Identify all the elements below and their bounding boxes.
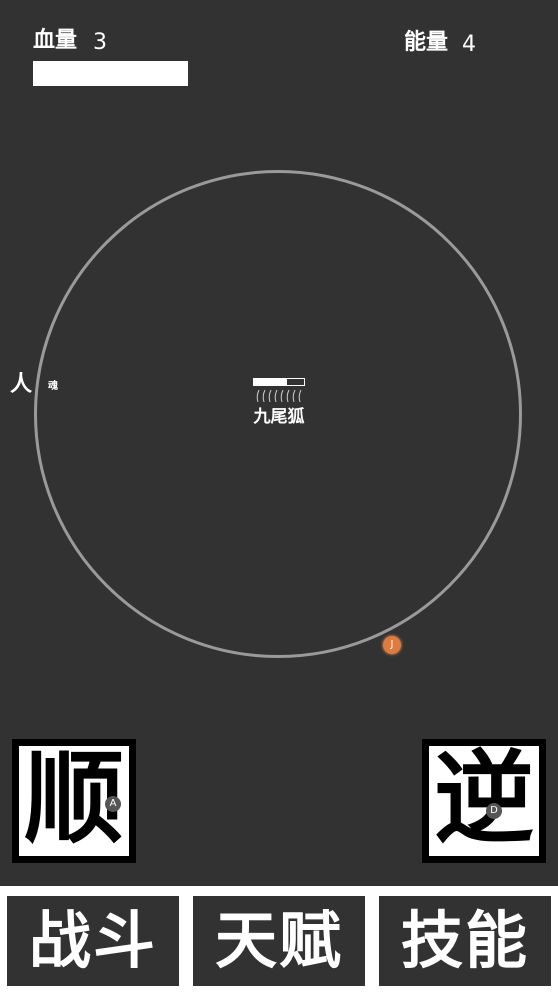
tab-talent[interactable]: 天赋 [193,896,365,986]
clockwise-button[interactable]: 顺 A [12,739,136,863]
counterclockwise-key-hint: D [486,803,502,819]
hp-value: 3 [93,30,107,55]
player-character: 人 [10,371,33,397]
clockwise-key-hint: A [105,796,121,812]
counterclockwise-glyph: 逆 [434,746,534,856]
boss-aura-icon [256,389,302,403]
counterclockwise-button[interactable]: 逆 D [422,739,546,863]
hp-label: 血量 [33,27,78,53]
hp-bar [33,61,188,86]
orb-key-hint: J [390,639,394,650]
bottom-menu: 战斗 天赋 技能 [0,886,558,992]
counterclockwise-button-face: 逆 D [429,746,539,856]
tab-skill[interactable]: 技能 [379,896,551,986]
boss-name: 九尾狐 [253,407,305,427]
energy-orb: J [383,636,401,654]
tab-battle[interactable]: 战斗 [7,896,179,986]
boss-hp-bar [253,378,305,386]
clockwise-button-face: 顺 A [19,746,129,856]
boss-hp-fill [254,379,287,385]
game-stage: 血量 3 能量 4 人 魂 九尾狐 J 顺 A 逆 D 战斗 天赋 技能 [0,0,558,992]
energy-value: 4 [462,32,476,57]
energy-label: 能量 [404,29,449,55]
player-soul: 魂 [48,381,58,392]
